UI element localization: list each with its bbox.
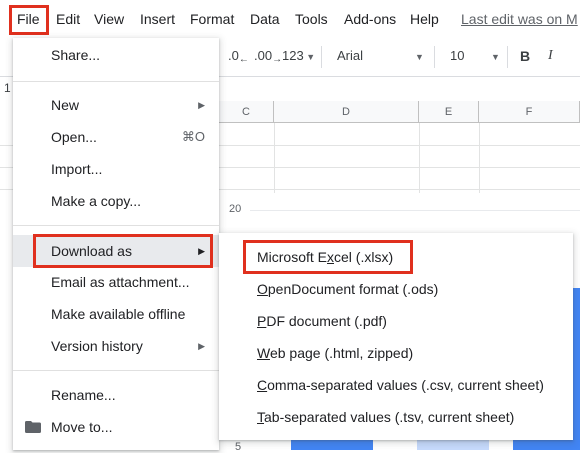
- column-header-label: E: [444, 106, 453, 118]
- download-pdf[interactable]: PDF document (.pdf): [219, 305, 573, 337]
- menu-separator: [13, 370, 219, 371]
- menu-format[interactable]: Format: [190, 11, 234, 27]
- submenu-label-accelerator: T: [257, 409, 264, 425]
- chart-axis-label: 20: [229, 203, 242, 215]
- decrease-decimal-button[interactable]: .0←: [228, 48, 249, 65]
- menu-item-label: Share...: [51, 47, 101, 63]
- column-header-label: C: [242, 106, 250, 118]
- submenu-label-part: penDocument format (.ods): [267, 281, 439, 297]
- menu-insert[interactable]: Insert: [140, 11, 175, 27]
- menu-item-label: Make available offline: [51, 306, 186, 322]
- increase-decimal-label: .00: [254, 48, 273, 63]
- file-menu-highlight: [9, 5, 49, 35]
- toolbar-divider: [507, 46, 508, 68]
- menu-item-label: Rename...: [51, 387, 116, 403]
- submenu-arrow-icon: ▶: [198, 100, 205, 110]
- chart-bar: [291, 440, 373, 450]
- bold-button[interactable]: B: [520, 48, 530, 64]
- menu-item-label: Open...: [51, 129, 97, 145]
- decrease-decimal-arrow-icon: ←: [238, 54, 249, 65]
- font-select-label: Arial: [337, 48, 364, 63]
- italic-button[interactable]: I: [548, 48, 553, 64]
- menu-item-label: Version history: [51, 338, 143, 354]
- chart-bar: [513, 440, 580, 450]
- menu-item-make-offline[interactable]: Make available offline: [13, 299, 219, 329]
- download-ods[interactable]: OpenDocument format (.ods): [219, 273, 573, 305]
- submenu-label-accelerator: W: [257, 345, 270, 361]
- menu-view[interactable]: View: [94, 11, 124, 27]
- submenu-label-accelerator: O: [257, 281, 268, 297]
- font-select[interactable]: Arial: [337, 48, 363, 63]
- submenu-label-accelerator: P: [257, 313, 267, 329]
- number-format-button[interactable]: 123 ▼: [282, 48, 315, 63]
- menu-item-new[interactable]: New ▶: [13, 90, 219, 120]
- column-header-label: D: [342, 106, 350, 118]
- column-gridline: [419, 123, 420, 193]
- download-csv[interactable]: Comma-separated values (.csv, current sh…: [219, 369, 573, 401]
- menu-item-share[interactable]: Share...: [13, 40, 219, 70]
- chevron-down-icon: ▼: [491, 52, 500, 62]
- chart-axis-label: 5: [235, 441, 242, 453]
- chevron-down-icon: ▼: [415, 52, 424, 62]
- folder-icon: [25, 421, 41, 433]
- download-tsv[interactable]: Tab-separated values (.tsv, current shee…: [219, 401, 573, 433]
- font-size-label: 10: [450, 48, 465, 63]
- increase-decimal-button[interactable]: .00→: [254, 48, 282, 65]
- menu-item-move-to[interactable]: Move to...: [13, 412, 219, 442]
- menu-item-shortcut: ⌘O: [181, 129, 205, 144]
- menu-item-import[interactable]: Import...: [13, 154, 219, 184]
- download-as-highlight: [33, 234, 213, 268]
- chart-gridline: [250, 210, 580, 211]
- font-size-select[interactable]: 10: [450, 48, 464, 63]
- menu-item-open[interactable]: Open... ⌘O: [13, 122, 219, 152]
- row-number: 1: [4, 81, 11, 95]
- submenu-label-part: eb page (.html, zipped): [269, 345, 414, 361]
- chart-bar: [573, 288, 580, 450]
- column-gridline: [479, 123, 480, 193]
- column-gridline: [274, 123, 275, 193]
- submenu-label-part: DF document (.pdf): [266, 313, 387, 329]
- menu-help[interactable]: Help: [410, 11, 439, 27]
- menu-item-label: Make a copy...: [51, 193, 142, 209]
- submenu-label-part: omma-separated values (.csv, current she…: [267, 377, 544, 393]
- increase-decimal-arrow-icon: →: [272, 54, 283, 65]
- menu-item-rename[interactable]: Rename...: [13, 380, 219, 410]
- last-edit-link[interactable]: Last edit was on M: [461, 11, 578, 27]
- column-header-label: F: [525, 106, 533, 118]
- menu-item-label: Email as attachment...: [51, 274, 190, 290]
- column-header-d[interactable]: D: [274, 101, 419, 123]
- decrease-decimal-label: .0: [228, 48, 239, 63]
- submenu-label-accelerator: C: [257, 377, 268, 393]
- menu-item-email-attachment[interactable]: Email as attachment...: [13, 267, 219, 297]
- download-html[interactable]: Web page (.html, zipped): [219, 337, 573, 369]
- column-header-f[interactable]: F: [479, 101, 580, 123]
- menu-item-label: Move to...: [51, 419, 113, 435]
- number-format-label: 123: [282, 48, 304, 63]
- menu-tools[interactable]: Tools: [295, 11, 328, 27]
- submenu-label-part: ab-separated values (.tsv, current sheet…: [264, 409, 515, 425]
- menu-item-label: Import...: [51, 161, 103, 177]
- menu-separator: [13, 225, 219, 226]
- menu-edit[interactable]: Edit: [56, 11, 80, 27]
- column-header-c[interactable]: C: [219, 101, 274, 123]
- chart-bar: [417, 440, 489, 450]
- submenu-arrow-icon: ▶: [198, 341, 205, 351]
- chevron-down-icon: ▼: [303, 52, 316, 62]
- menu-addons[interactable]: Add-ons: [344, 11, 396, 27]
- menu-bar: File Edit View Insert Format Data Tools …: [0, 0, 580, 38]
- toolbar-divider: [434, 46, 435, 68]
- menu-item-make-copy[interactable]: Make a copy...: [13, 186, 219, 216]
- menu-separator: [13, 81, 219, 82]
- toolbar-divider: [321, 46, 322, 68]
- menu-item-label: New: [51, 97, 80, 113]
- xlsx-option-highlight: [243, 240, 413, 274]
- menu-data[interactable]: Data: [250, 11, 280, 27]
- column-header-e[interactable]: E: [419, 101, 479, 123]
- menu-item-version-history[interactable]: Version history ▶: [13, 331, 219, 361]
